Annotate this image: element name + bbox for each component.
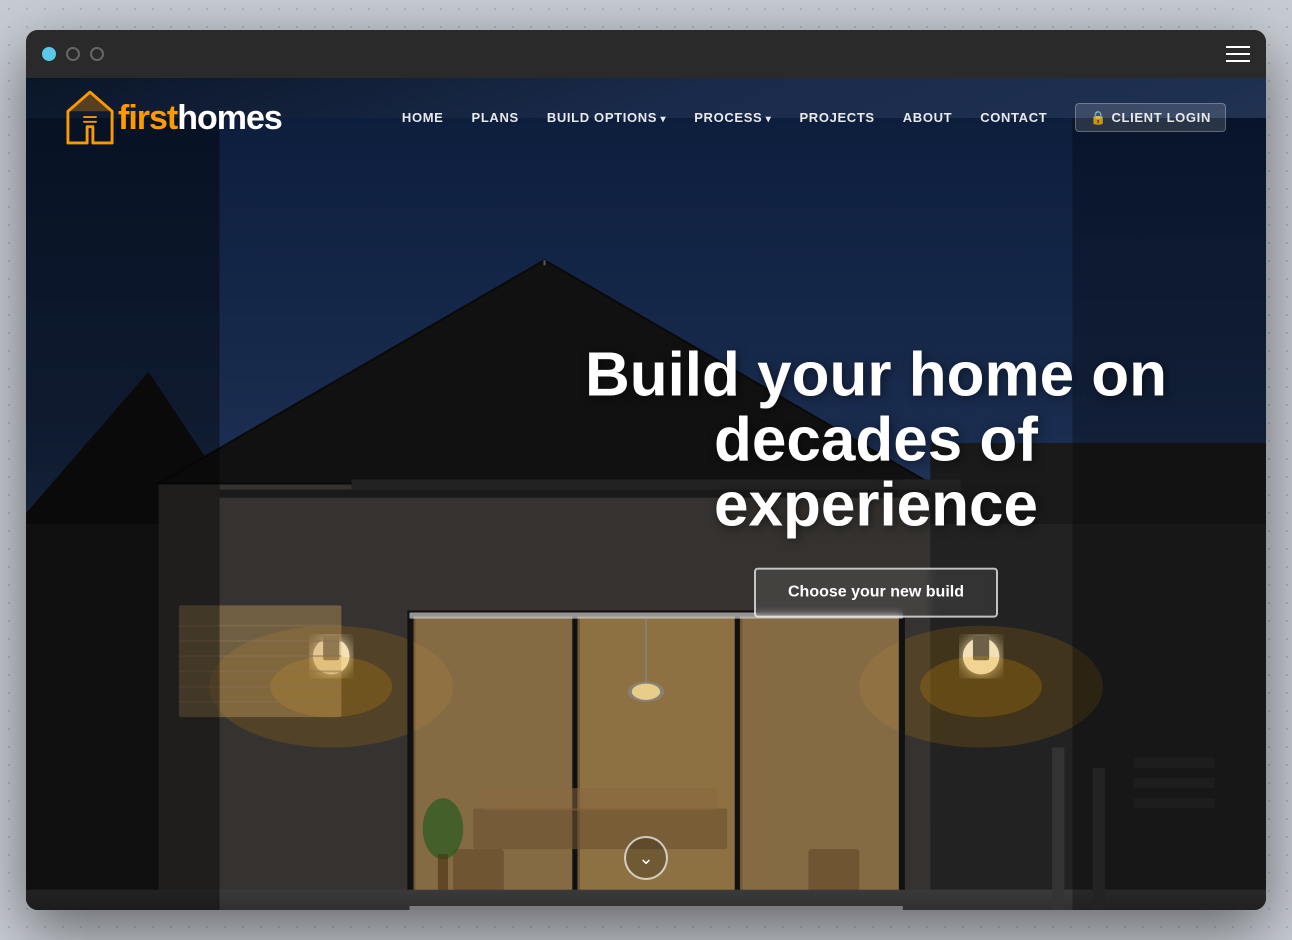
dot-2[interactable] <box>66 47 80 61</box>
logo-icon <box>66 90 114 146</box>
browser-window: firsthomes HOME PLANS BUILD OPTIONS PROC… <box>26 30 1266 910</box>
hamburger-menu[interactable] <box>1226 46 1250 62</box>
nav-item-projects[interactable]: PROJECTS <box>799 109 874 127</box>
scroll-down-button[interactable]: ⌄ <box>624 836 668 880</box>
hamburger-line <box>1226 46 1250 48</box>
nav-item-about[interactable]: ABOUT <box>903 109 952 127</box>
nav-item-build-options[interactable]: BUILD OPTIONS <box>547 109 666 127</box>
nav-link-build-options[interactable]: BUILD OPTIONS <box>547 110 666 125</box>
logo[interactable]: firsthomes <box>66 90 282 146</box>
nav-item-plans[interactable]: PLANS <box>472 109 519 127</box>
nav-links: HOME PLANS BUILD OPTIONS PROCESS PROJECT… <box>402 109 1226 127</box>
nav-link-projects[interactable]: PROJECTS <box>799 110 874 125</box>
logo-homes: homes <box>177 99 282 137</box>
nav-link-process[interactable]: PROCESS <box>694 110 771 125</box>
logo-first: first <box>118 99 177 137</box>
nav-link-home[interactable]: HOME <box>402 110 444 125</box>
hero-text-block: Build your home on decades of experience… <box>566 343 1186 618</box>
hero-section: firsthomes HOME PLANS BUILD OPTIONS PROC… <box>26 78 1266 910</box>
nav-link-client-login[interactable]: 🔒 client login <box>1075 103 1226 132</box>
browser-dots <box>42 47 104 61</box>
chevron-down-icon: ⌄ <box>638 848 653 869</box>
nav-link-plans[interactable]: PLANS <box>472 110 519 125</box>
logo-text: firsthomes <box>118 99 282 138</box>
hero-heading-line1: Build your home on <box>585 341 1167 410</box>
nav-item-process[interactable]: PROCESS <box>694 109 771 127</box>
nav-link-about[interactable]: ABOUT <box>903 110 952 125</box>
dot-3[interactable] <box>90 47 104 61</box>
hamburger-line <box>1226 60 1250 62</box>
nav-item-home[interactable]: HOME <box>402 109 444 127</box>
nav-link-contact[interactable]: CONTACT <box>980 110 1047 125</box>
nav-item-contact[interactable]: CONTACT <box>980 109 1047 127</box>
browser-titlebar <box>26 30 1266 78</box>
cta-button[interactable]: Choose your new build <box>754 568 998 618</box>
dot-1[interactable] <box>42 47 56 61</box>
hamburger-line <box>1226 53 1250 55</box>
nav-item-client-login[interactable]: 🔒 client login <box>1075 109 1226 127</box>
navbar: firsthomes HOME PLANS BUILD OPTIONS PROC… <box>26 78 1266 158</box>
hero-heading-line2: decades of experience <box>714 406 1038 540</box>
website-content: firsthomes HOME PLANS BUILD OPTIONS PROC… <box>26 78 1266 910</box>
hero-heading: Build your home on decades of experience <box>566 343 1186 538</box>
